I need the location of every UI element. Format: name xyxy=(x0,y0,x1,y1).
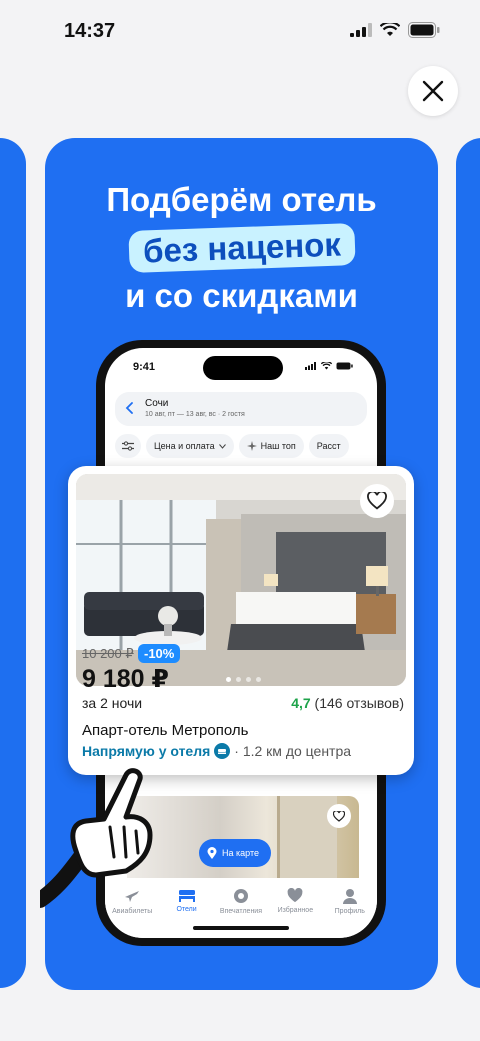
tab-experiences[interactable]: Впечатления xyxy=(214,888,268,938)
distance-label: · 1.2 км до центра xyxy=(234,743,352,759)
map-pin-icon xyxy=(207,847,217,859)
heart-icon xyxy=(287,888,303,903)
booking-info-row: Напрямую у отеля · 1.2 км до центра xyxy=(82,743,351,759)
status-time: 14:37 xyxy=(64,20,116,42)
favorite-button[interactable] xyxy=(360,484,394,518)
phone-time: 9:41 xyxy=(133,361,156,373)
status-bar: 14:37 xyxy=(0,0,480,64)
headline-line-3: и со скидками xyxy=(125,277,358,314)
battery-icon xyxy=(336,362,353,370)
filter-distance-chip[interactable]: Расст xyxy=(308,434,349,458)
pagination-dot xyxy=(226,677,231,682)
tab-hotels[interactable]: Отели xyxy=(160,888,214,938)
map-button-label: На карте xyxy=(222,848,259,858)
back-icon[interactable] xyxy=(125,401,135,415)
headline-line-1: Подберём отель xyxy=(106,181,377,218)
tab-profile-label: Профиль xyxy=(334,908,365,915)
pagination-dot xyxy=(246,677,251,682)
nights-label: за 2 ночи xyxy=(82,695,143,711)
pagination-dot xyxy=(236,677,241,682)
filter-top-chip[interactable]: Наш топ xyxy=(238,434,304,458)
rating-row[interactable]: 4,7 (146 отзывов) xyxy=(291,695,404,711)
previous-screenshot[interactable] xyxy=(0,138,26,988)
signal-icon xyxy=(305,362,316,370)
close-icon xyxy=(422,80,444,102)
hotel-name: Апарт-отель Метрополь xyxy=(82,722,249,739)
search-summary[interactable]: Сочи 10 авг, пт — 13 авг, вс · 2 гостя xyxy=(115,392,367,426)
reviews-count: (146 отзывов) xyxy=(314,695,404,711)
close-button[interactable] xyxy=(408,66,458,116)
filter-settings-chip[interactable] xyxy=(115,434,141,458)
battery-icon xyxy=(408,22,440,38)
home-indicator xyxy=(193,926,289,930)
heart-icon xyxy=(367,492,387,510)
hotel-card-featured[interactable]: 10 200 ₽ -10% 9 180 ₽ за 2 ночи 4,7 (146… xyxy=(68,466,414,775)
filter-top-label: Наш топ xyxy=(260,441,296,451)
pin-icon xyxy=(233,889,248,903)
pagination-dot xyxy=(256,677,261,682)
filter-chips: Цена и оплата Наш топ Расст xyxy=(115,434,349,458)
price: 9 180 ₽ xyxy=(82,665,169,693)
person-icon xyxy=(342,889,357,904)
headline-highlight: без наценок xyxy=(127,223,356,273)
next-screenshot[interactable] xyxy=(456,138,480,988)
tab-experiences-label: Впечатления xyxy=(219,908,263,915)
old-price: 10 200 ₽ xyxy=(82,646,134,661)
map-button[interactable]: На карте xyxy=(199,839,271,867)
phone-status-icons xyxy=(305,362,353,370)
status-icons xyxy=(350,22,440,38)
wifi-icon xyxy=(380,23,400,36)
favorite-button[interactable] xyxy=(327,804,351,828)
search-city: Сочи xyxy=(145,398,169,409)
dynamic-island xyxy=(203,356,283,380)
direct-booking-label: Напрямую у отеля xyxy=(82,743,211,759)
signal-icon xyxy=(350,23,372,37)
wifi-icon xyxy=(321,362,332,370)
headline: Подберём отель без наценок и со скидками xyxy=(45,176,438,320)
discount-badge: -10% xyxy=(138,644,181,663)
rating-score: 4,7 xyxy=(291,695,311,711)
sparkle-icon xyxy=(246,441,257,451)
chevron-down-icon xyxy=(218,443,226,449)
heart-icon xyxy=(333,810,345,822)
tab-favorites-label: Избранное xyxy=(277,907,314,914)
tab-profile[interactable]: Профиль xyxy=(323,888,377,938)
bed-icon xyxy=(178,890,195,902)
filter-distance-label: Расст xyxy=(316,441,341,451)
filter-price-label: Цена и оплата xyxy=(154,441,215,451)
photo-pagination xyxy=(226,677,261,682)
hotel-icon xyxy=(214,743,231,759)
hand-pointer-icon xyxy=(40,768,153,908)
tab-hotels-label: Отели xyxy=(176,906,197,913)
tab-favorites[interactable]: Избранное xyxy=(268,888,322,938)
search-dates: 10 авг, пт — 13 авг, вс · 2 гостя xyxy=(145,411,245,418)
filter-price-chip[interactable]: Цена и оплата xyxy=(146,434,234,458)
sliders-icon xyxy=(122,441,134,451)
